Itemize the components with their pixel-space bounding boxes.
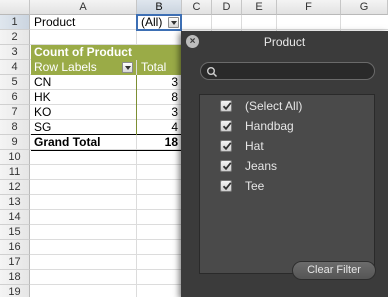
search-icon — [206, 65, 218, 83]
filter-item-label: Tee — [245, 179, 265, 193]
column-header-d[interactable]: D — [212, 0, 242, 15]
row-header-12[interactable]: 12 — [0, 180, 30, 195]
cell-a4[interactable]: Row Labels — [31, 60, 121, 75]
select-all-corner[interactable] — [0, 0, 30, 15]
column-header-c[interactable]: C — [182, 0, 212, 15]
cell-a6[interactable]: HK — [31, 90, 136, 105]
cell-a7[interactable]: KO — [31, 105, 136, 120]
cell-b4[interactable]: Total — [138, 60, 180, 75]
row-header-10[interactable]: 10 — [0, 150, 30, 165]
row-header-2[interactable]: 2 — [0, 30, 30, 45]
cell-a3[interactable]: Count of Product — [31, 45, 181, 60]
filter-item-label: Handbag — [245, 119, 294, 133]
column-header-f[interactable]: F — [277, 0, 341, 15]
select-all-checkbox[interactable] — [220, 100, 232, 112]
filter-item-jeans[interactable]: Jeans — [200, 159, 376, 175]
row-header-4[interactable]: 4 — [0, 60, 30, 75]
cell-b9[interactable]: 18 — [137, 135, 181, 150]
row-header-7[interactable]: 7 — [0, 105, 30, 120]
column-header-b[interactable]: B — [137, 0, 182, 15]
report-filter-dropdown-button[interactable] — [168, 17, 179, 28]
row-header-18[interactable]: 18 — [0, 270, 30, 285]
handbag-checkbox[interactable] — [220, 120, 232, 132]
filter-item-label: (Select All) — [245, 99, 303, 113]
jeans-checkbox[interactable] — [220, 160, 232, 172]
hat-checkbox[interactable] — [220, 140, 232, 152]
cell-a1[interactable]: Product — [31, 15, 136, 30]
row-header-16[interactable]: 16 — [0, 240, 30, 255]
row-header-17[interactable]: 17 — [0, 255, 30, 270]
pivot-column-divider — [136, 75, 137, 135]
cell-b8[interactable]: 4 — [137, 120, 181, 135]
column-header-g[interactable]: G — [341, 0, 388, 15]
filter-item-hat[interactable]: Hat — [200, 139, 376, 155]
filter-item-label: Jeans — [245, 159, 278, 173]
row-header-1[interactable]: 1 — [0, 15, 30, 30]
row-header-11[interactable]: 11 — [0, 165, 30, 180]
cell-a5[interactable]: CN — [31, 75, 136, 90]
clear-filter-button[interactable]: Clear Filter — [292, 261, 376, 280]
row-header-13[interactable]: 13 — [0, 195, 30, 210]
cell-a8[interactable]: SG — [31, 120, 136, 135]
cell-a9[interactable]: Grand Total — [31, 135, 136, 150]
row-header-5[interactable]: 5 — [0, 75, 30, 90]
filter-search-input[interactable] — [200, 62, 375, 80]
column-header-e[interactable]: E — [242, 0, 277, 15]
row-header-6[interactable]: 6 — [0, 90, 30, 105]
column-header-a[interactable]: A — [30, 0, 137, 15]
row-header-3[interactable]: 3 — [0, 45, 30, 60]
row-labels-dropdown-button[interactable] — [122, 62, 133, 73]
cell-b6[interactable]: 8 — [137, 90, 181, 105]
row-header-19[interactable]: 19 — [0, 285, 30, 297]
row-header-15[interactable]: 15 — [0, 225, 30, 240]
filter-item-label: Hat — [245, 139, 264, 153]
grand-total-bottom-border — [31, 150, 181, 151]
row-header-8[interactable]: 8 — [0, 120, 30, 135]
filter-item-select-all[interactable]: (Select All) — [200, 99, 376, 115]
row-header-9[interactable]: 9 — [0, 135, 30, 150]
tee-checkbox[interactable] — [220, 180, 232, 192]
cell-b7[interactable]: 3 — [137, 105, 181, 120]
cell-b1[interactable]: (All) — [138, 15, 168, 30]
popover-title: Product — [263, 35, 306, 49]
row-header-14[interactable]: 14 — [0, 210, 30, 225]
cell-b5[interactable]: 3 — [137, 75, 181, 90]
filter-item-handbag[interactable]: Handbag — [200, 119, 376, 135]
product-filter-popover: × Product (Select All) Handbag Hat Jeans… — [181, 31, 388, 297]
filter-value-list: (Select All) Handbag Hat Jeans Tee — [199, 94, 375, 274]
filter-item-tee[interactable]: Tee — [200, 179, 376, 195]
